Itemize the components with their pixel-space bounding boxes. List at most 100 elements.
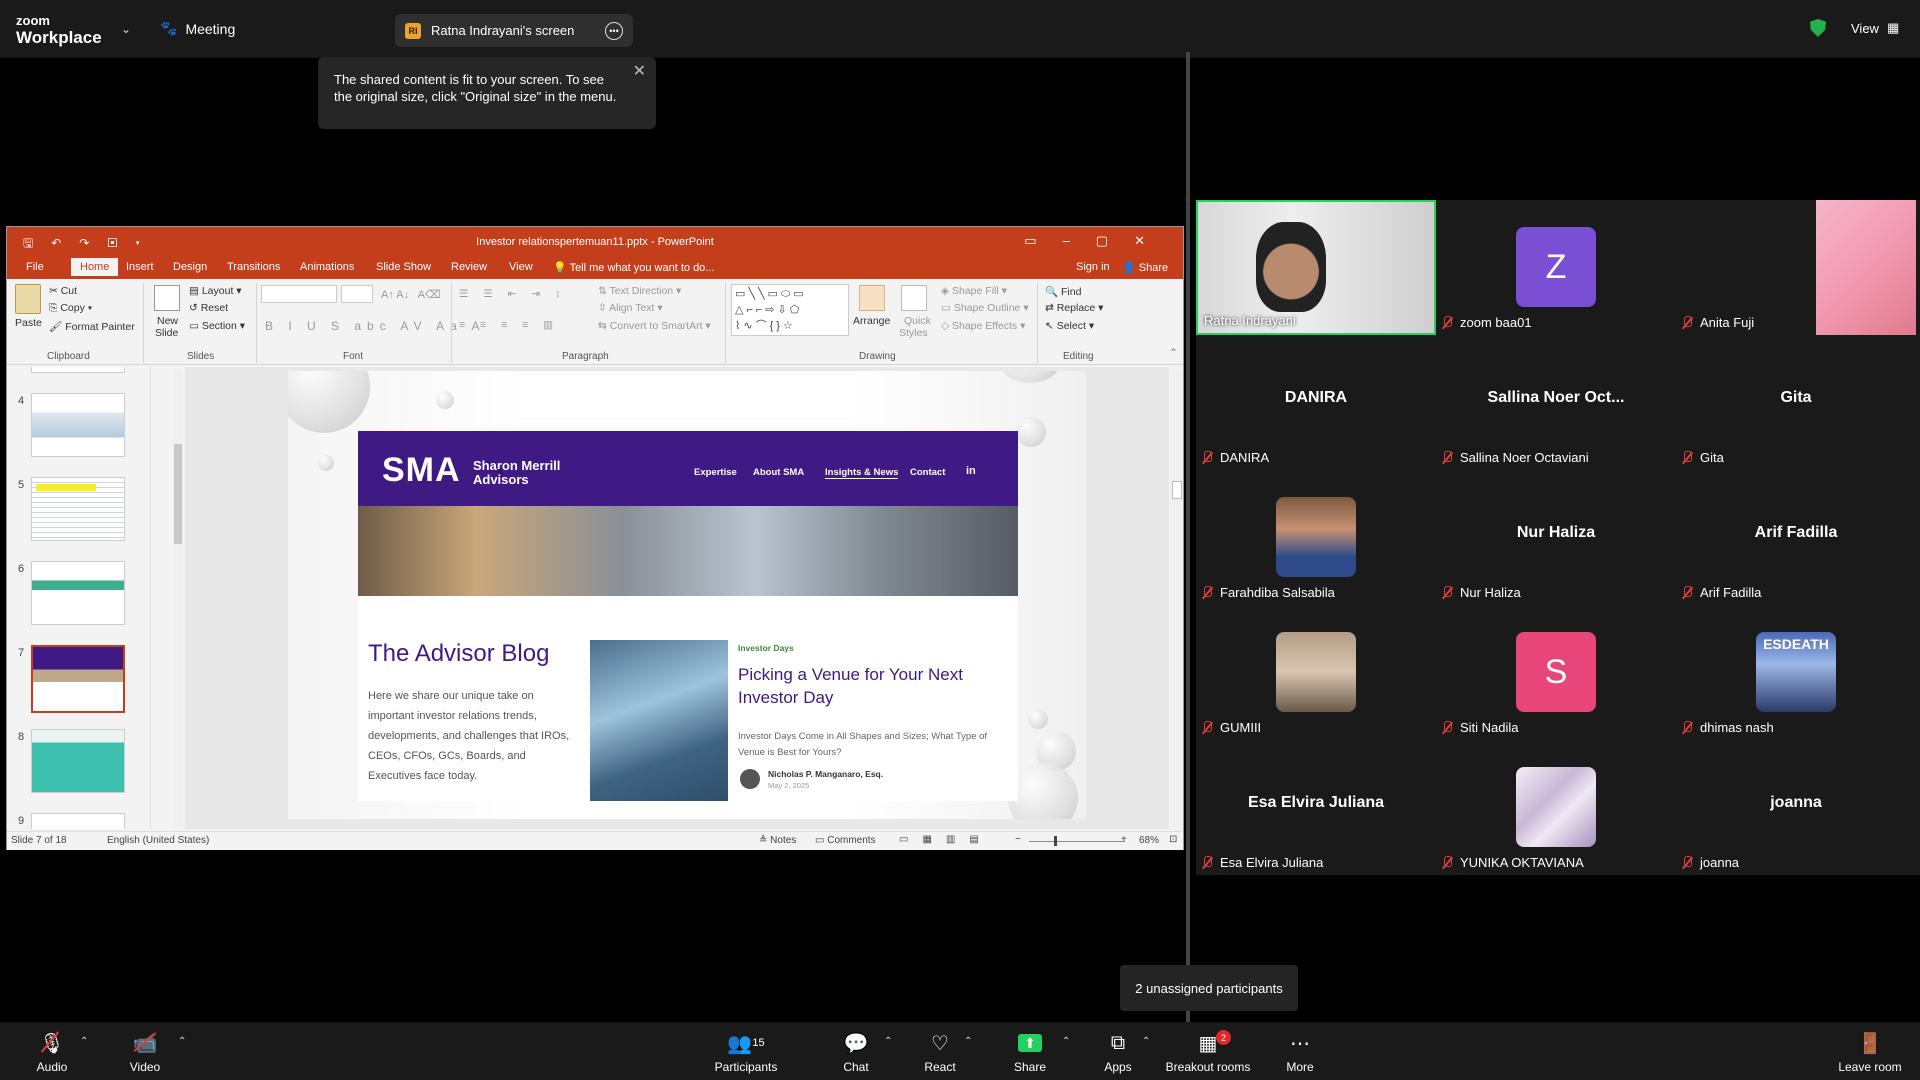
quick-styles-label-1[interactable]: Quick — [904, 315, 931, 327]
participant-tile[interactable]: ESDEATH dhimas nash — [1676, 605, 1916, 740]
zoom-out-icon[interactable]: − — [1015, 834, 1021, 845]
replace-button[interactable]: ⇄ Replace ▾ — [1045, 302, 1103, 314]
slide-thumb-6[interactable] — [31, 561, 125, 625]
participant-tile[interactable]: Esa Elvira Juliana Esa Elvira Juliana — [1196, 740, 1436, 875]
unassigned-participants-tooltip[interactable]: 2 unassigned participants — [1120, 965, 1298, 1011]
tell-me-box[interactable]: 💡 Tell me what you want to do... — [553, 261, 714, 274]
participant-tile[interactable]: Zzoom baa01 — [1436, 200, 1676, 335]
list-icons[interactable]: ☰ ☰ ⇤ ⇥ ↕ — [459, 288, 566, 300]
font-size-box[interactable] — [341, 285, 373, 303]
shape-fill-button[interactable]: ◈ Shape Fill ▾ — [941, 285, 1007, 297]
more-button[interactable]: ⋯ More — [1260, 1028, 1340, 1075]
audio-button[interactable]: 🎙 Audio — [12, 1028, 92, 1074]
share-options-caret-icon[interactable]: ⌃ — [1062, 1036, 1070, 1047]
tab-animations[interactable]: Animations — [300, 261, 354, 273]
slide-scrollbar[interactable] — [1171, 369, 1183, 827]
text-direction-button[interactable]: ⇅ Text Direction ▾ — [598, 285, 681, 297]
new-slide-icon[interactable] — [154, 285, 180, 311]
participant-tile[interactable]: Gita Gita — [1676, 335, 1916, 470]
chevron-down-icon[interactable]: ⌄ — [121, 22, 131, 36]
section-button[interactable]: ▭ Section ▾ — [189, 320, 245, 332]
screen-share-pill[interactable]: RI Ratna Indrayani's screen ••• — [395, 14, 633, 47]
select-button[interactable]: ↖ Select ▾ — [1045, 320, 1094, 332]
slide-7[interactable]: SMA Sharon Merrill Advisors Expertise Ab… — [288, 371, 1086, 819]
participant-tile[interactable]: Ratna Indrayani — [1196, 200, 1436, 335]
format-painter-button[interactable]: 🖌 Format Painter — [49, 320, 135, 333]
cut-button[interactable]: ✂ Cut — [49, 285, 77, 297]
zoom-slider-thumb[interactable] — [1054, 836, 1057, 846]
shape-outline-button[interactable]: ▭ Shape Outline ▾ — [941, 302, 1029, 314]
paste-button[interactable]: Paste — [15, 317, 42, 329]
slide-thumb-4[interactable] — [31, 393, 125, 457]
audio-options-caret-icon[interactable]: ⌃ — [80, 1036, 88, 1047]
zoom-slider[interactable] — [1029, 841, 1125, 842]
zoom-level[interactable]: 68% — [1139, 835, 1159, 846]
share-button[interactable]: 👤 Share — [1122, 261, 1168, 274]
tab-design[interactable]: Design — [173, 261, 207, 273]
new-slide-label-1[interactable]: New — [157, 315, 178, 327]
zoom-logo[interactable]: zoom Workplace — [16, 14, 102, 46]
slide-thumb[interactable] — [31, 367, 125, 373]
align-text-button[interactable]: ⇳ Align Text ▾ — [598, 302, 663, 314]
apps-button[interactable]: ⧉ Apps — [1078, 1028, 1158, 1075]
slide-thumb-9[interactable] — [31, 813, 125, 829]
slide-thumb-5[interactable] — [31, 477, 125, 541]
sign-in-link[interactable]: Sign in — [1076, 261, 1110, 273]
thumbnail-scrollbar[interactable] — [173, 369, 183, 827]
notes-button[interactable]: ≜ Notes — [759, 835, 796, 846]
participant-tile[interactable]: YUNIKA OKTAVIANA — [1436, 740, 1676, 875]
participant-tile[interactable]: Sallina Noer Oct... Sallina Noer Octavian… — [1436, 335, 1676, 470]
slide-canvas[interactable]: SMA Sharon Merrill Advisors Expertise Ab… — [185, 367, 1169, 829]
share-screen-button[interactable]: ⬆ Share — [990, 1028, 1070, 1074]
apps-options-caret-icon[interactable]: ⌃ — [1142, 1036, 1150, 1047]
tab-home[interactable]: Home — [71, 258, 119, 276]
participant-tile[interactable]: GUMIII — [1196, 605, 1436, 740]
breakout-rooms-button[interactable]: ▦ Breakout rooms — [1158, 1028, 1258, 1075]
scrollbar-thumb[interactable] — [1172, 481, 1182, 499]
chat-button[interactable]: 💬 Chat — [816, 1028, 896, 1075]
shape-effects-button[interactable]: ◇ Shape Effects ▾ — [941, 320, 1025, 332]
leave-room-button[interactable]: 🚪 Leave room — [1830, 1028, 1910, 1075]
tab-file[interactable]: File — [26, 261, 44, 273]
shapes-gallery[interactable]: ▭╲╲▭⬭▭ △⌐⌐⇨⇩⬠ ⌇∿⌒{}☆ — [731, 284, 849, 336]
zoom-in-icon[interactable]: + — [1121, 834, 1127, 845]
copy-button[interactable]: ⎘ Copy ▾ — [49, 302, 92, 315]
arrange-button[interactable]: Arrange — [853, 315, 890, 327]
split-divider[interactable] — [1186, 52, 1190, 1022]
window-controls[interactable]: ▭–▢✕ — [1024, 233, 1171, 249]
arrange-icon[interactable] — [859, 285, 885, 311]
participant-tile[interactable]: Farahdiba Salsabila — [1196, 470, 1436, 605]
react-button[interactable]: ♡ React — [900, 1028, 980, 1075]
video-button[interactable]: 📹 Video — [105, 1028, 185, 1074]
close-icon[interactable]: ✕ — [633, 63, 646, 80]
tab-insert[interactable]: Insert — [126, 261, 154, 273]
participant-tile[interactable]: Nur Haliza Nur Haliza — [1436, 470, 1676, 605]
view-mode-icons[interactable]: ▭▦▥▤ — [899, 834, 993, 845]
tab-review[interactable]: Review — [451, 261, 487, 273]
collapse-ribbon-icon[interactable]: ⌃ — [1169, 347, 1178, 359]
language-label[interactable]: English (United States) — [107, 835, 209, 846]
tab-transitions[interactable]: Transitions — [227, 261, 280, 273]
participant-tile[interactable]: DANIRA DANIRA — [1196, 335, 1436, 470]
participant-tile[interactable]: Arif Fadilla Arif Fadilla — [1676, 470, 1916, 605]
meeting-menu[interactable]: 🐾 Meeting — [160, 20, 235, 37]
quick-styles-icon[interactable] — [901, 285, 927, 311]
paste-icon[interactable] — [15, 284, 41, 314]
participant-tile[interactable]: Anita Fuji — [1676, 200, 1916, 335]
scrollbar-thumb[interactable] — [174, 444, 182, 544]
encryption-shield-icon[interactable] — [1810, 19, 1826, 37]
font-grow-shrink-icons[interactable]: A↑ A↓ A⌫ — [381, 288, 441, 301]
align-icons[interactable]: ≡ ≡ ≡ ≡ ▥ — [459, 319, 559, 331]
participants-button[interactable]: 👥 15 Participants — [706, 1028, 786, 1075]
react-options-caret-icon[interactable]: ⌃ — [964, 1036, 972, 1047]
new-slide-label-2[interactable]: Slide — [155, 327, 178, 339]
chat-options-caret-icon[interactable]: ⌃ — [884, 1036, 892, 1047]
font-style-icons[interactable]: B I U S abc AV Aa A — [265, 319, 486, 333]
participant-tile[interactable]: S Siti Nadila — [1436, 605, 1676, 740]
find-button[interactable]: 🔍 Find — [1045, 285, 1081, 298]
slide-thumb-7-selected[interactable] — [31, 645, 125, 713]
reset-button[interactable]: ↺ Reset — [189, 302, 228, 314]
fit-slide-icon[interactable]: ⊡ — [1169, 834, 1177, 845]
slide-thumb-8[interactable] — [31, 729, 125, 793]
tab-view[interactable]: View — [509, 261, 533, 273]
